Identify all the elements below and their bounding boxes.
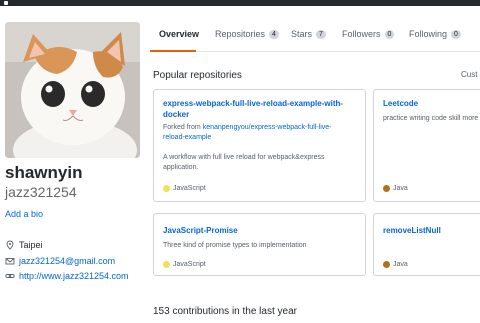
- repo-name-link[interactable]: JavaScript-Promise: [163, 225, 238, 236]
- language-label: JavaScript: [173, 185, 206, 192]
- tab-label: Following: [409, 29, 448, 39]
- tab-label: Repositories: [215, 29, 266, 39]
- language-color-dot: [383, 185, 390, 192]
- repo-name-line: docker: [163, 110, 190, 119]
- profile-location: Taipei: [5, 240, 43, 250]
- customize-pins-link[interactable]: Cust: [461, 70, 477, 79]
- language-color-dot: [383, 261, 390, 268]
- language-color-dot: [163, 261, 170, 268]
- language-label: Java: [393, 185, 408, 192]
- tab-count-badge: 4: [269, 29, 279, 39]
- repo-language: Java: [383, 261, 408, 268]
- logo-icon[interactable]: [4, 1, 8, 5]
- tab-count-badge: 0: [384, 29, 395, 39]
- language-label: Java: [393, 261, 408, 268]
- repo-language: JavaScript: [163, 261, 206, 268]
- contributions-heading: 153 contributions in the last year: [153, 306, 297, 317]
- repo-card: removeListNull Java: [373, 213, 480, 276]
- avatar[interactable]: [5, 22, 140, 158]
- repo-description: A workflow with full live reload for web…: [163, 153, 363, 173]
- repo-language: Java: [383, 185, 408, 192]
- repo-name-line: express-webpack-full-live-reload-example…: [163, 99, 344, 108]
- link-icon: [5, 271, 15, 281]
- repo-description: Three kind of promise types to implement…: [163, 242, 307, 249]
- repo-description-line: application.: [163, 164, 199, 171]
- tab-count-badge: 0: [451, 29, 461, 39]
- popular-repos-heading: Popular repositories: [153, 70, 242, 81]
- repo-description: practice writing code skill more: [383, 115, 479, 122]
- repo-description-line: A workflow with full live reload for web…: [163, 154, 325, 161]
- top-navbar: [0, 0, 480, 6]
- location-text: Taipei: [19, 240, 43, 250]
- profile-website: http://www.jazz321254.com: [5, 271, 129, 281]
- repo-name-link[interactable]: Leetcode: [383, 98, 418, 109]
- tab-label: Stars: [291, 29, 313, 39]
- repo-name-link[interactable]: removeListNull: [383, 225, 441, 236]
- repo-card: Leetcode practice writing code skill mor…: [373, 89, 480, 202]
- tab-stars[interactable]: Stars 7: [291, 29, 326, 39]
- tab-repositories[interactable]: Repositories 4: [215, 29, 279, 39]
- tab-overview[interactable]: Overview: [159, 29, 199, 39]
- profile-username: jazz321254: [5, 184, 77, 200]
- tab-label: Followers: [342, 29, 381, 39]
- tab-label: Overview: [159, 29, 200, 39]
- fork-source-link[interactable]: kenanpengyou/express-webpack-full-live-: [203, 124, 332, 131]
- active-tab-indicator: [150, 50, 196, 52]
- fork-prefix: Forked from: [163, 124, 203, 131]
- profile-fullname: shawnyin: [5, 163, 83, 182]
- website-link[interactable]: http://www.jazz321254.com: [19, 271, 129, 281]
- add-bio-link[interactable]: Add a bio: [5, 209, 43, 219]
- language-label: JavaScript: [173, 261, 206, 268]
- tab-following[interactable]: Following 0: [409, 29, 461, 39]
- repo-card: express-webpack-full-live-reload-example…: [153, 89, 366, 202]
- mail-icon: [5, 256, 15, 266]
- profile-tabs: Overview Repositories 4 Stars 7 Follower…: [150, 22, 480, 52]
- repo-name-link[interactable]: express-webpack-full-live-reload-example…: [163, 98, 343, 120]
- tab-followers[interactable]: Followers 0: [342, 29, 395, 39]
- repo-card: JavaScript-Promise Three kind of promise…: [153, 213, 366, 276]
- tab-count-badge: 7: [316, 29, 326, 39]
- location-pin-icon: [5, 240, 15, 250]
- fork-info: Forked from kenanpengyou/express-webpack…: [163, 123, 363, 143]
- profile-email: jazz321254@gmail.com: [5, 256, 115, 266]
- repo-language: JavaScript: [163, 185, 206, 192]
- language-color-dot: [163, 185, 170, 192]
- email-link[interactable]: jazz321254@gmail.com: [19, 256, 115, 266]
- fork-source-link-cont[interactable]: reload-example: [163, 133, 363, 143]
